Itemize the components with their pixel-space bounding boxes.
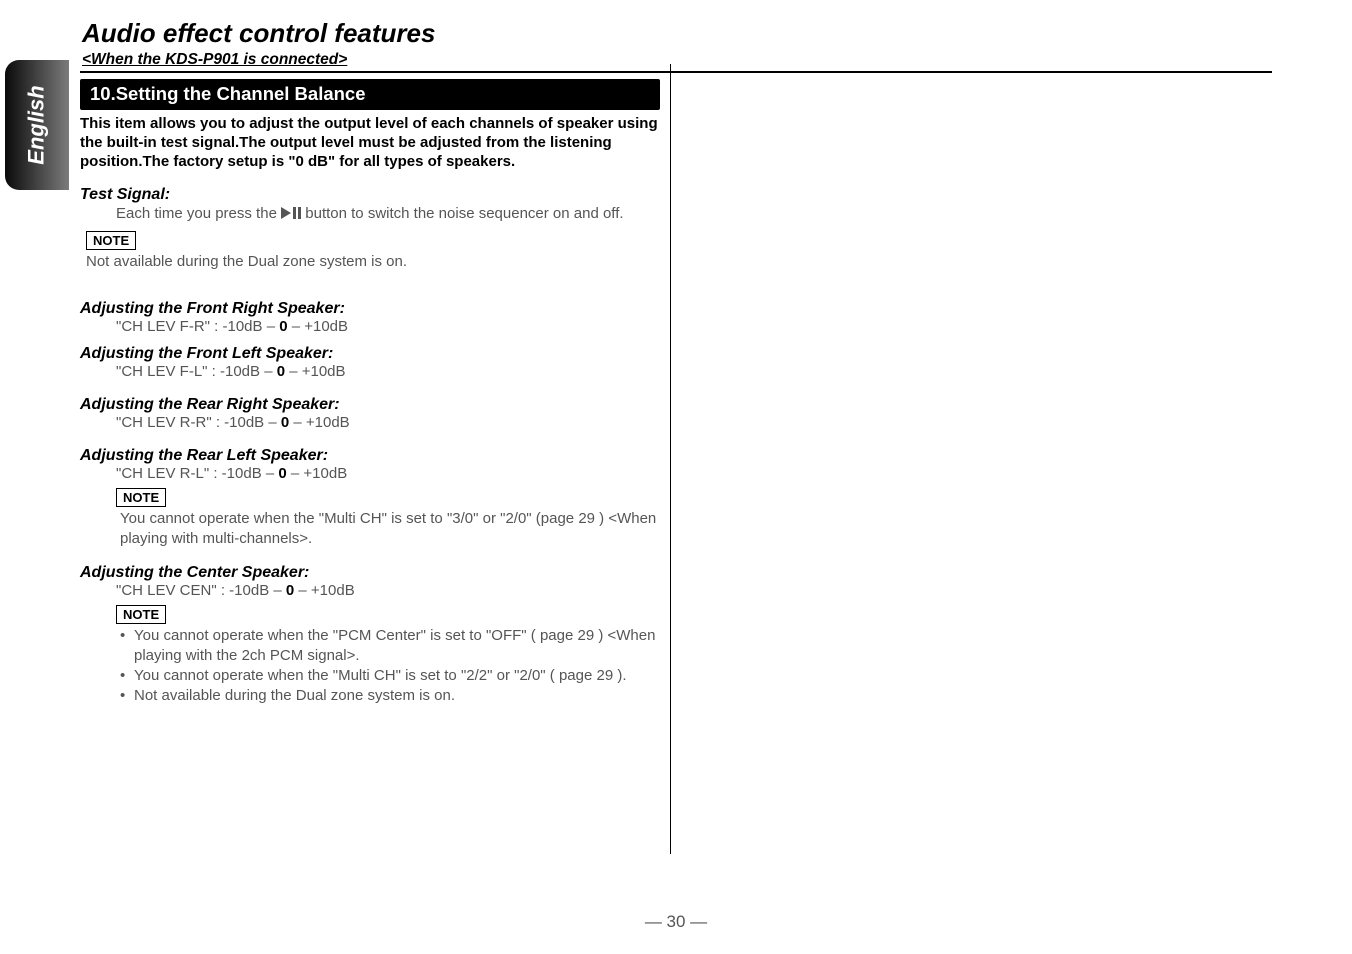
rl-range: "CH LEV R-L" : -10dB – 0 – +10dB (116, 465, 660, 482)
page-number: — 30 — (0, 912, 1352, 932)
fl-range: "CH LEV F-L" : -10dB – 0 – +10dB (116, 363, 660, 380)
rr-prefix: "CH LEV R-R" : -10dB – (116, 414, 281, 431)
cen-zero: 0 (286, 582, 294, 599)
cen-suffix: – +10dB (294, 582, 354, 599)
fl-suffix: – +10dB (285, 363, 345, 380)
note-label: NOTE (116, 488, 166, 507)
fr-prefix: "CH LEV F-R" : -10dB – (116, 318, 279, 335)
page-title: Audio effect control features (82, 18, 1272, 49)
note-label: NOTE (86, 231, 136, 250)
cen-heading: Adjusting the Center Speaker: (80, 564, 660, 582)
rl-suffix: – +10dB (287, 465, 347, 482)
intro-text: This item allows you to adjust the outpu… (80, 114, 660, 172)
divider (80, 71, 1272, 73)
fl-zero: 0 (277, 363, 285, 380)
rr-heading: Adjusting the Rear Right Speaker: (80, 396, 660, 414)
rl-prefix: "CH LEV R-L" : -10dB – (116, 465, 278, 482)
page-subtitle: <When the KDS-P901 is connected> (82, 51, 1272, 69)
fr-zero: 0 (279, 318, 287, 335)
fr-heading: Adjusting the Front Right Speaker: (80, 300, 660, 318)
test-signal-heading: Test Signal: (80, 186, 660, 204)
rl-heading: Adjusting the Rear Left Speaker: (80, 447, 660, 465)
rr-range: "CH LEV R-R" : -10dB – 0 – +10dB (116, 414, 660, 431)
rr-zero: 0 (281, 414, 289, 431)
language-tab: English (5, 60, 69, 190)
section-heading: 10.Setting the Channel Balance (80, 79, 660, 110)
test-signal-pre: Each time you press the (116, 205, 281, 222)
column-divider (670, 64, 671, 854)
note-text: You cannot operate when the "Multi CH" i… (120, 509, 660, 550)
rr-suffix: – +10dB (289, 414, 349, 431)
rl-zero: 0 (278, 465, 286, 482)
test-signal-body: Each time you press the button to switch… (116, 204, 660, 225)
note-label: NOTE (116, 605, 166, 624)
note-text: Not available during the Dual zone syste… (86, 252, 660, 272)
fr-suffix: – +10dB (288, 318, 348, 335)
fl-heading: Adjusting the Front Left Speaker: (80, 345, 660, 363)
bullet-text: Not available during the Dual zone syste… (134, 686, 455, 706)
cen-prefix: "CH LEV CEN" : -10dB – (116, 582, 286, 599)
bullet-text: You cannot operate when the "PCM Center"… (134, 626, 660, 667)
test-signal-post: button to switch the noise sequencer on … (305, 205, 623, 222)
cen-range: "CH LEV CEN" : -10dB – 0 – +10dB (116, 582, 660, 599)
bullet-text: You cannot operate when the "Multi CH" i… (134, 666, 627, 686)
play-pause-icon (281, 205, 301, 225)
fr-range: "CH LEV F-R" : -10dB – 0 – +10dB (116, 318, 660, 335)
fl-prefix: "CH LEV F-L" : -10dB – (116, 363, 277, 380)
cen-bullets: •You cannot operate when the "PCM Center… (120, 626, 660, 707)
language-label: English (24, 85, 50, 164)
